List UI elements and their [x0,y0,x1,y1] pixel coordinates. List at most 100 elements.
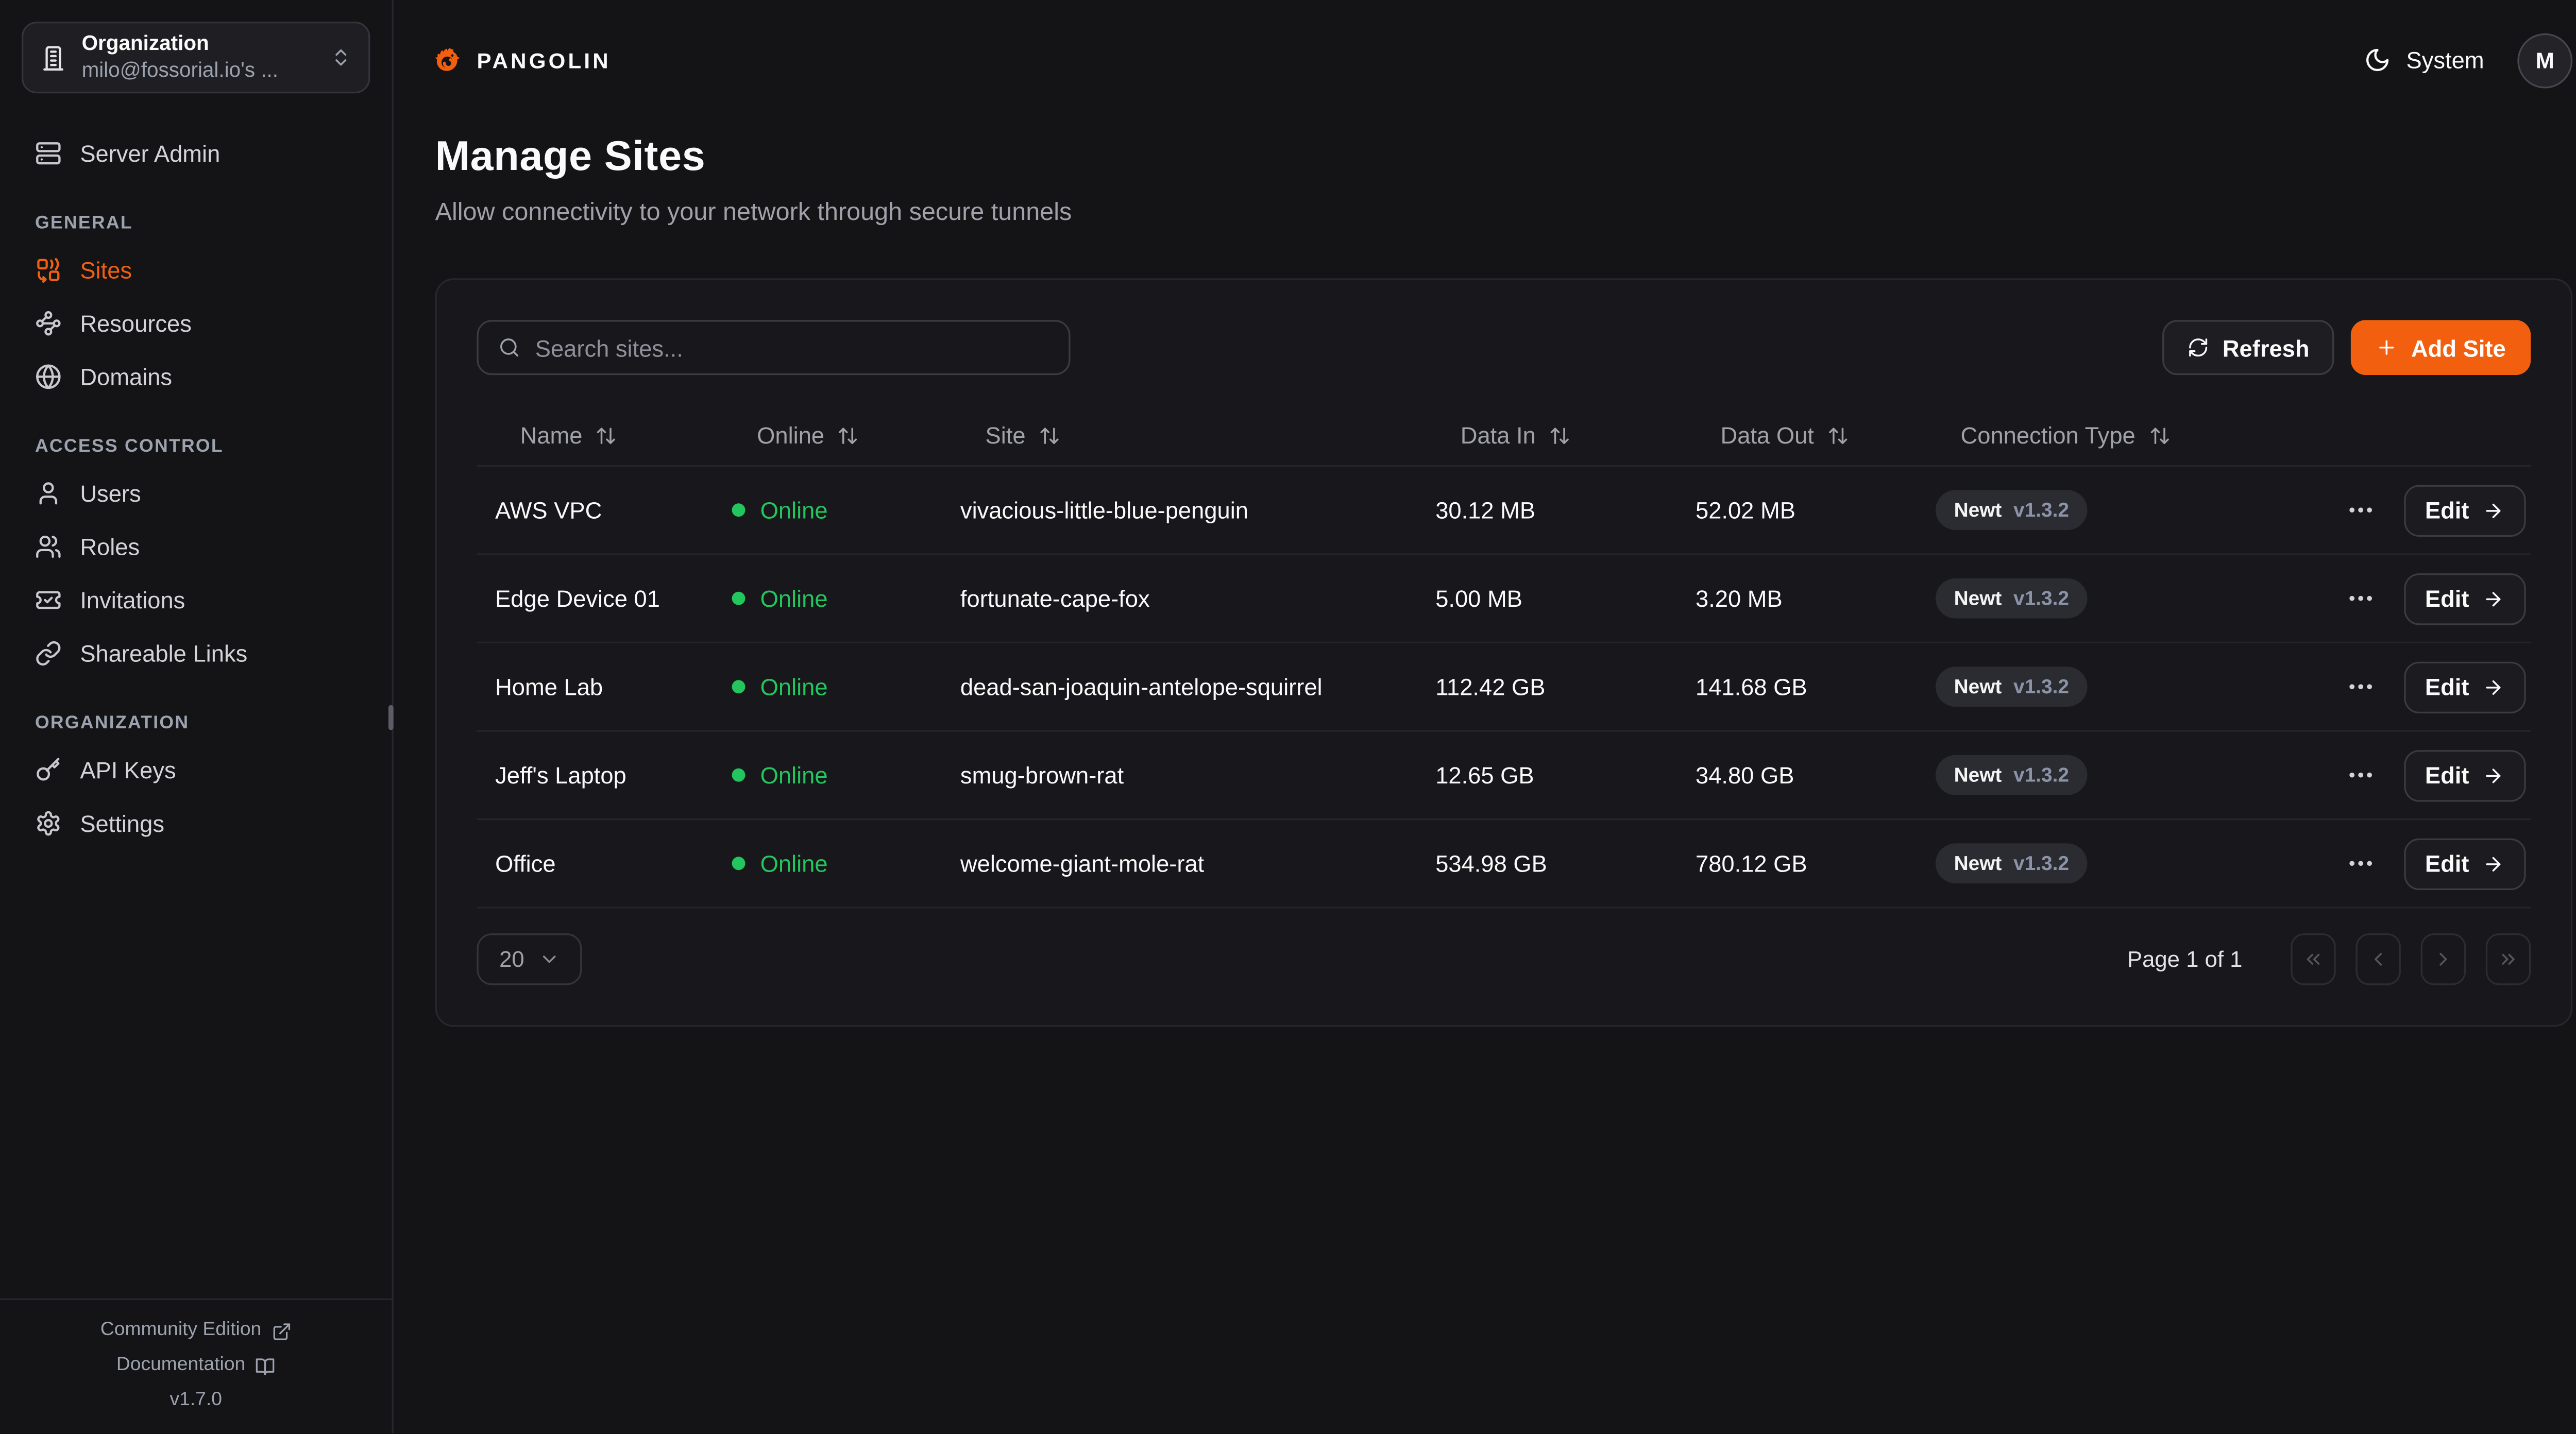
row-menu-button[interactable] [2345,848,2375,878]
cell-data-out: 3.20 MB [1677,585,1917,612]
brand[interactable]: PANGOLIN [435,47,611,74]
column-header-online[interactable]: Online [714,422,942,449]
first-page-button[interactable] [2291,933,2335,985]
cell-actions: Edit [2281,661,2531,712]
connection-type-badge: Newt v1.3.2 [1936,490,2088,530]
sort-icon [596,424,617,446]
sidebar-item-server-admin[interactable]: Server Admin [22,127,370,180]
connection-type-badge: Newt v1.3.2 [1936,755,2088,795]
page-subtitle: Allow connectivity to your network throu… [435,198,2573,227]
online-status-text: Online [760,497,828,523]
cell-name: AWS VPC [477,497,714,523]
sidebar-scrollbar-thumb[interactable] [388,705,394,730]
prev-page-button[interactable] [2355,933,2400,985]
sidebar-item-users[interactable]: Users [22,467,370,520]
page-size-select[interactable]: 20 [477,933,582,985]
online-status-dot [732,592,745,605]
org-selector[interactable]: Organization milo@fossorial.io's ... [22,22,370,93]
edit-label: Edit [2425,673,2469,700]
cell-site: fortunate-cape-fox [942,585,1417,612]
connection-version: v1.3.2 [2013,675,2069,698]
online-status-dot [732,769,745,782]
cell-data-out: 141.68 GB [1677,673,1917,700]
version-label: v1.7.0 [170,1391,222,1410]
cell-name: Jeff's Laptop [477,762,714,789]
connection-version: v1.3.2 [2013,499,2069,522]
community-edition-link[interactable]: Community Edition [100,1321,292,1341]
sidebar-item-domains[interactable]: Domains [22,350,370,404]
sidebar-item-roles[interactable]: Roles [22,520,370,574]
cell-name: Office [477,850,714,877]
sidebar-item-label: Settings [80,810,164,837]
edit-label: Edit [2425,850,2469,877]
sidebar-item-settings[interactable]: Settings [22,797,370,850]
table-row: AWS VPC Online vivacious-little-blue-pen… [477,465,2531,554]
row-menu-button[interactable] [2345,584,2375,613]
user-icon [35,480,62,507]
online-status-dot [732,503,745,517]
cell-actions: Edit [2281,749,2531,801]
online-status-dot [732,680,745,693]
sidebar-item-label: Resources [80,310,192,337]
column-header-connection-type[interactable]: Connection Type [1917,422,2280,449]
cell-data-out: 52.02 MB [1677,497,1917,523]
row-menu-button[interactable] [2345,495,2375,525]
user-avatar[interactable]: M [2517,32,2572,88]
refresh-icon [2188,337,2209,358]
edit-button[interactable]: Edit [2403,838,2526,889]
cell-name: Home Lab [477,673,714,700]
cell-data-in: 5.00 MB [1417,585,1677,612]
section-label: ORGANIZATION [35,713,357,733]
sidebar-item-label: Domains [80,363,172,390]
cell-actions: Edit [2281,838,2531,889]
resources-icon [35,310,62,337]
column-header-label: Name [520,422,583,449]
pagination-controls: Page 1 of 1 [2127,933,2531,985]
sidebar-item-shareable-links[interactable]: Shareable Links [22,627,370,680]
row-menu-button[interactable] [2345,760,2375,790]
column-header-data-out[interactable]: Data Out [1677,422,1917,449]
column-header-data-in[interactable]: Data In [1417,422,1677,449]
edit-button[interactable]: Edit [2403,661,2526,712]
sidebar-item-api-keys[interactable]: API Keys [22,743,370,797]
refresh-label: Refresh [2223,334,2310,361]
cell-site: welcome-giant-mole-rat [942,850,1417,877]
connection-type-name: Newt [1954,852,2002,875]
add-site-label: Add Site [2411,334,2506,361]
online-status-text: Online [760,762,828,789]
page-title: Manage Sites [435,133,2573,182]
org-selector-text: Organization milo@fossorial.io's ... [82,31,315,83]
cell-online: Online [714,762,942,789]
sidebar-nav: Server Admin GENERALSitesResourcesDomain… [0,107,392,1298]
connection-type-badge: Newt v1.3.2 [1936,843,2088,883]
theme-toggle-label: System [2406,47,2484,74]
edit-button[interactable]: Edit [2403,484,2526,536]
documentation-link[interactable]: Documentation [116,1356,276,1376]
arrow-right-icon [2482,676,2504,697]
search-input[interactable] [535,334,1049,361]
chevrons-right-icon [2498,948,2519,970]
refresh-button[interactable]: Refresh [2162,320,2334,375]
link-icon [35,640,62,667]
org-selector-value: milo@fossorial.io's ... [82,58,315,84]
edit-button[interactable]: Edit [2403,749,2526,801]
topbar-right: System M [2365,32,2572,88]
sidebar-item-sites[interactable]: Sites [22,243,370,297]
sidebar: Organization milo@fossorial.io's ... Ser… [0,0,394,1433]
moon-icon [2365,47,2392,74]
add-site-button[interactable]: Add Site [2351,320,2531,375]
sidebar-item-resources[interactable]: Resources [22,297,370,350]
column-header-site[interactable]: Site [942,422,1417,449]
search-box [477,320,1070,375]
gear-icon [35,810,62,837]
sidebar-item-invitations[interactable]: Invitations [22,573,370,627]
theme-toggle[interactable]: System [2365,47,2484,74]
next-page-button[interactable] [2421,933,2466,985]
pagination-bar: 20 Page 1 of 1 [477,933,2531,985]
column-header-name[interactable]: Name [477,422,714,449]
sidebar-item-label: Server Admin [80,140,220,167]
edit-button[interactable]: Edit [2403,573,2526,624]
users-icon [35,534,62,560]
last-page-button[interactable] [2486,933,2531,985]
row-menu-button[interactable] [2345,672,2375,702]
